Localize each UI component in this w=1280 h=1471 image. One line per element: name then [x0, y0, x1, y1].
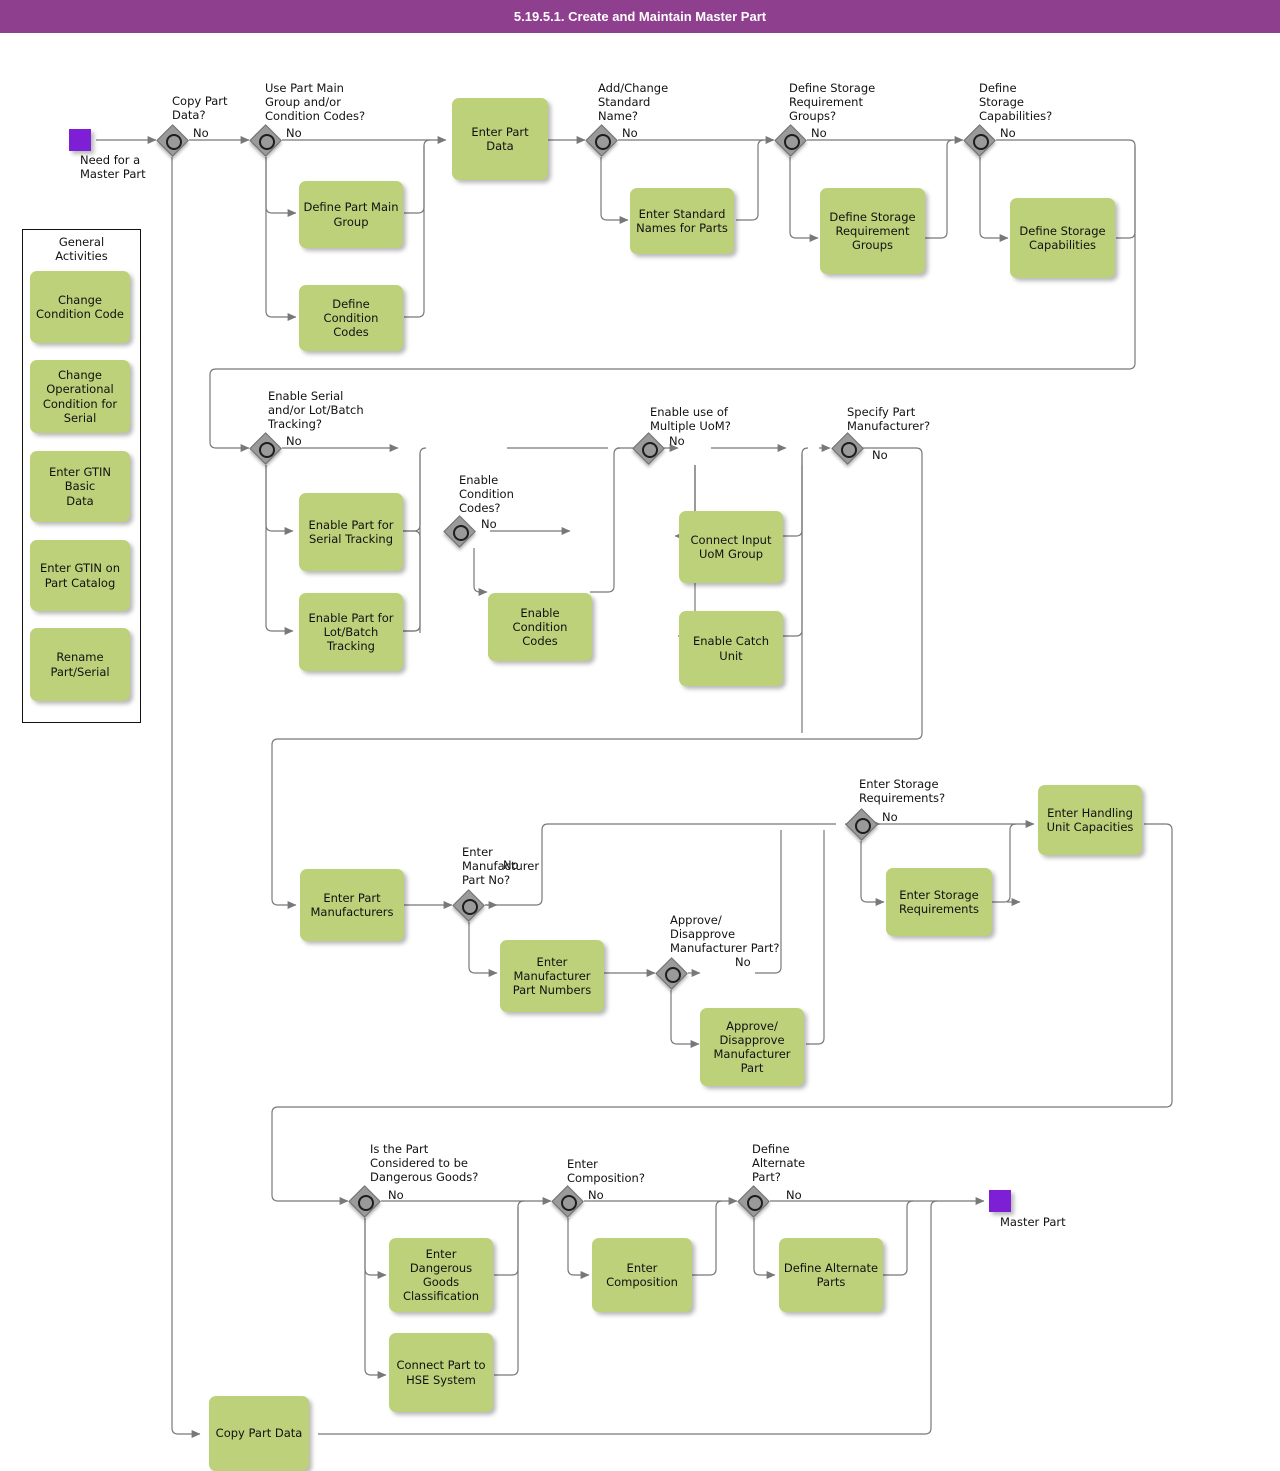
- gateway-enter-manufacturer-part-no-no: No: [503, 858, 519, 872]
- gateway-approve-disapprove-manufacturer-part[interactable]: [655, 957, 689, 991]
- gateway-ring-icon: [259, 134, 275, 150]
- task-approve-disapprove-manufacturer-part[interactable]: Approve/Disapprove Manufacturer Part: [700, 1008, 804, 1086]
- flowchart-canvas: Need for a Master Part Master Part Genera…: [0, 33, 1280, 1471]
- gateway-enable-condition-codes[interactable]: [443, 515, 477, 549]
- gateway-add-change-standard-name[interactable]: [585, 124, 619, 158]
- gateway-enter-composition[interactable]: [551, 1185, 585, 1219]
- gateway-use-part-main-group-no: No: [286, 126, 302, 140]
- task-enter-handling-unit-capacities[interactable]: Enter Handling Unit Capacities: [1038, 785, 1142, 855]
- gateway-enter-storage-requirements[interactable]: [845, 808, 879, 842]
- gateway-ring-icon: [561, 1195, 577, 1211]
- panel-task-rename-part-serial[interactable]: Rename Part/Serial: [30, 628, 130, 701]
- gateway-ring-icon: [453, 525, 469, 541]
- gateway-ring-icon: [747, 1195, 763, 1211]
- gateway-copy-part-data[interactable]: [156, 124, 190, 158]
- task-enter-dangerous-goods-classification[interactable]: Enter Dangerous Goods Classification: [389, 1238, 493, 1312]
- gateway-dangerous-goods[interactable]: [348, 1185, 382, 1219]
- panel-task-enter-gtin-on-part-catalog[interactable]: Enter GTIN on Part Catalog: [30, 540, 130, 611]
- gateway-approve-disapprove-manufacturer-part-no: No: [735, 955, 751, 969]
- task-enter-composition[interactable]: Enter Composition: [592, 1238, 692, 1312]
- gateway-ring-icon: [642, 442, 658, 458]
- gateway-enable-condition-codes-no: No: [481, 517, 497, 531]
- gateway-enable-serial-lot-batch-tracking-no: No: [286, 434, 302, 448]
- task-define-storage-requirement-groups[interactable]: Define Storage Requirement Groups: [820, 188, 925, 274]
- task-enable-condition-codes[interactable]: Enable Condition Codes: [488, 593, 592, 661]
- task-enable-catch-unit[interactable]: Enable Catch Unit: [679, 611, 783, 686]
- gateway-ring-icon: [259, 442, 275, 458]
- gateway-ring-icon: [784, 134, 800, 150]
- gateway-ring-icon: [595, 134, 611, 150]
- start-event-need-for-master-part[interactable]: [69, 129, 91, 151]
- task-define-part-main-group[interactable]: Define Part Main Group: [299, 181, 403, 248]
- task-define-storage-capabilities[interactable]: Define Storage Capabilities: [1010, 198, 1115, 278]
- task-enter-manufacturer-part-numbers[interactable]: Enter Manufacturer Part Numbers: [500, 940, 604, 1012]
- task-define-condition-codes[interactable]: Define Condition Codes: [299, 285, 403, 351]
- title-bar: 5.19.5.1. Create and Maintain Master Par…: [0, 0, 1280, 33]
- gateway-specify-part-manufacturer[interactable]: [831, 432, 865, 466]
- task-copy-part-data[interactable]: Copy Part Data: [209, 1396, 309, 1471]
- gateway-enter-manufacturer-part-no[interactable]: [452, 889, 486, 923]
- gateway-define-alternate-part-no: No: [786, 1188, 802, 1202]
- panel-task-change-condition-code[interactable]: Change Condition Code: [30, 271, 130, 343]
- gateway-ring-icon: [855, 818, 871, 834]
- end-event-master-part[interactable]: [989, 1190, 1011, 1212]
- panel-task-enter-gtin-basic-data[interactable]: Enter GTIN Basic Data: [30, 451, 130, 522]
- task-enter-storage-requirements[interactable]: Enter Storage Requirements: [886, 868, 992, 936]
- gateway-use-part-main-group[interactable]: [249, 124, 283, 158]
- task-enter-standard-names-for-parts[interactable]: Enter Standard Names for Parts: [630, 188, 734, 254]
- task-connect-part-to-hse-system[interactable]: Connect Part to HSE System: [389, 1333, 493, 1412]
- gateway-ring-icon: [166, 134, 182, 150]
- gateway-define-storage-capabilities[interactable]: [963, 124, 997, 158]
- gateway-ring-icon: [462, 899, 478, 915]
- gateway-ring-icon: [358, 1195, 374, 1211]
- task-connect-input-uom-group[interactable]: Connect Input UoM Group: [679, 511, 783, 583]
- page-title: 5.19.5.1. Create and Maintain Master Par…: [513, 9, 767, 24]
- gateway-ring-icon: [841, 442, 857, 458]
- gateway-specify-part-manufacturer-no: No: [872, 448, 888, 462]
- task-enable-part-for-lot-batch-tracking[interactable]: Enable Part for Lot/Batch Tracking: [299, 593, 403, 671]
- gateway-define-storage-requirement-groups-no: No: [811, 126, 827, 140]
- task-enter-part-manufacturers[interactable]: Enter Part Manufacturers: [300, 869, 404, 941]
- gateway-enable-multiple-uom[interactable]: [632, 432, 666, 466]
- gateway-ring-icon: [665, 967, 681, 983]
- gateway-define-alternate-part[interactable]: [737, 1185, 771, 1219]
- gateway-enter-composition-no: No: [588, 1188, 604, 1202]
- task-enable-part-for-serial-tracking[interactable]: Enable Part for Serial Tracking: [299, 493, 403, 571]
- task-enter-part-data[interactable]: Enter Part Data: [452, 98, 548, 180]
- gateway-dangerous-goods-no: No: [388, 1188, 404, 1202]
- gateway-add-change-standard-name-no: No: [622, 126, 638, 140]
- gateway-ring-icon: [973, 134, 989, 150]
- gateway-enable-multiple-uom-no: No: [669, 434, 685, 448]
- panel-task-change-operational-condition-for-serial[interactable]: Change Operational Condition for Serial: [30, 360, 130, 433]
- task-define-alternate-parts[interactable]: Define Alternate Parts: [779, 1238, 883, 1312]
- gateway-enter-storage-requirements-no: No: [882, 810, 898, 824]
- general-activities-title: General Activities: [55, 235, 108, 264]
- gateway-enable-serial-lot-batch-tracking[interactable]: [249, 432, 283, 466]
- gateway-define-storage-requirement-groups[interactable]: [774, 124, 808, 158]
- gateway-copy-part-data-no: No: [193, 126, 209, 140]
- gateway-define-storage-capabilities-no: No: [1000, 126, 1016, 140]
